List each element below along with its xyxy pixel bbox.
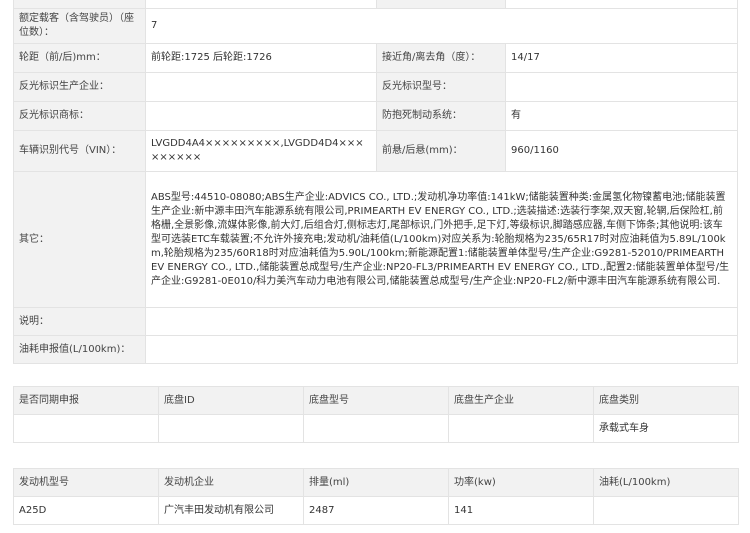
reflector-maker-value (145, 72, 377, 102)
engine-maker-cell: 广汽丰田发动机有限公司 (158, 496, 304, 525)
engine-model-cell: A25D (13, 496, 159, 525)
fuel-value (145, 335, 738, 364)
engine-header-fuel: 油耗(L/100km) (593, 468, 739, 497)
spec-row-brand: 反光标识商标： 防抱死制动系统： 有 (13, 101, 738, 131)
chassis-header-model: 底盘型号 (303, 386, 449, 415)
engine-fuel-cell (593, 496, 739, 525)
chassis-header-same-period: 是否同期申报 (13, 386, 159, 415)
engine-power-cell: 141 (448, 496, 594, 525)
rated-passengers-label: 额定载客（含驾驶员）（座位数）： (13, 8, 146, 44)
chassis-maker-cell (448, 414, 594, 443)
engine-displacement-cell: 2487 (303, 496, 449, 525)
approach-angle-label: 接近角/离去角（度）： (376, 43, 506, 73)
spec-row-other: 其它： ABS型号:44510-08080;ABS生产企业:ADVICS CO.… (13, 171, 738, 308)
chassis-header-id: 底盘ID (158, 386, 304, 415)
spec-row-top (13, 0, 738, 9)
chassis-header-row: 是否同期申报 底盘ID 底盘型号 底盘生产企业 底盘类别 (13, 386, 739, 415)
engine-header-maker: 发动机企业 (158, 468, 304, 497)
overhang-value: 960/1160 (505, 130, 738, 172)
reflector-brand-value (145, 101, 377, 131)
note-label: 说明： (13, 307, 146, 336)
fuel-label: 油耗申报值(L/100km)： (13, 335, 146, 364)
chassis-table: 是否同期申报 底盘ID 底盘型号 底盘生产企业 底盘类别 承载式车身 (13, 386, 739, 443)
note-value (145, 307, 738, 336)
vin-label: 车辆识别代号（VIN）： (13, 130, 146, 172)
wheelbase-value: 前轮距:1725 后轮距:1726 (145, 43, 377, 73)
engine-header-row: 发动机型号 发动机企业 排量(ml) 功率(kw) 油耗(L/100km) (13, 468, 739, 497)
engine-header-model: 发动机型号 (13, 468, 159, 497)
chassis-category-cell: 承载式车身 (593, 414, 739, 443)
top-cell-value-2 (505, 0, 738, 9)
vin-value: LVGDD4A4×××××××××,LVGDD4D4××××××××× (145, 130, 377, 172)
spec-row-fuel: 油耗申报值(L/100km)： (13, 335, 738, 364)
chassis-header-maker: 底盘生产企业 (448, 386, 594, 415)
reflector-maker-label: 反光标识生产企业： (13, 72, 146, 102)
table-row: A25D 广汽丰田发动机有限公司 2487 141 (13, 496, 739, 525)
chassis-model-cell (303, 414, 449, 443)
engine-header-power: 功率(kw) (448, 468, 594, 497)
engine-table: 发动机型号 发动机企业 排量(ml) 功率(kw) 油耗(L/100km) A2… (13, 468, 739, 525)
spec-row-wheelbase: 轮距（前/后)mm： 前轮距:1725 后轮距:1726 接近角/离去角（度）：… (13, 43, 738, 73)
spec-row-reflector: 反光标识生产企业： 反光标识型号： (13, 72, 738, 102)
top-cell-value (145, 0, 377, 9)
overhang-label: 前悬/后悬(mm)： (376, 130, 506, 172)
rated-passengers-value: 7 (145, 8, 738, 44)
reflector-brand-label: 反光标识商标： (13, 101, 146, 131)
chassis-header-category: 底盘类别 (593, 386, 739, 415)
abs-label: 防抱死制动系统： (376, 101, 506, 131)
top-cell-label (13, 0, 146, 9)
other-label: 其它： (13, 171, 146, 308)
abs-value: 有 (505, 101, 738, 131)
table-row: 承载式车身 (13, 414, 739, 443)
reflector-model-value (505, 72, 738, 102)
spec-table: 额定载客（含驾驶员）（座位数）： 7 轮距（前/后)mm： 前轮距:1725 后… (13, 0, 738, 364)
spec-row-passengers: 额定载客（含驾驶员）（座位数）： 7 (13, 8, 738, 44)
spec-row-note: 说明： (13, 307, 738, 336)
top-cell-label-2 (376, 0, 506, 9)
chassis-id-cell (158, 414, 304, 443)
reflector-model-label: 反光标识型号： (376, 72, 506, 102)
chassis-same-period-cell (13, 414, 159, 443)
approach-angle-value: 14/17 (505, 43, 738, 73)
engine-header-displacement: 排量(ml) (303, 468, 449, 497)
spec-row-vin: 车辆识别代号（VIN）： LVGDD4A4×××××××××,LVGDD4D4×… (13, 130, 738, 172)
wheelbase-label: 轮距（前/后)mm： (13, 43, 146, 73)
other-value: ABS型号:44510-08080;ABS生产企业:ADVICS CO., LT… (145, 171, 738, 308)
